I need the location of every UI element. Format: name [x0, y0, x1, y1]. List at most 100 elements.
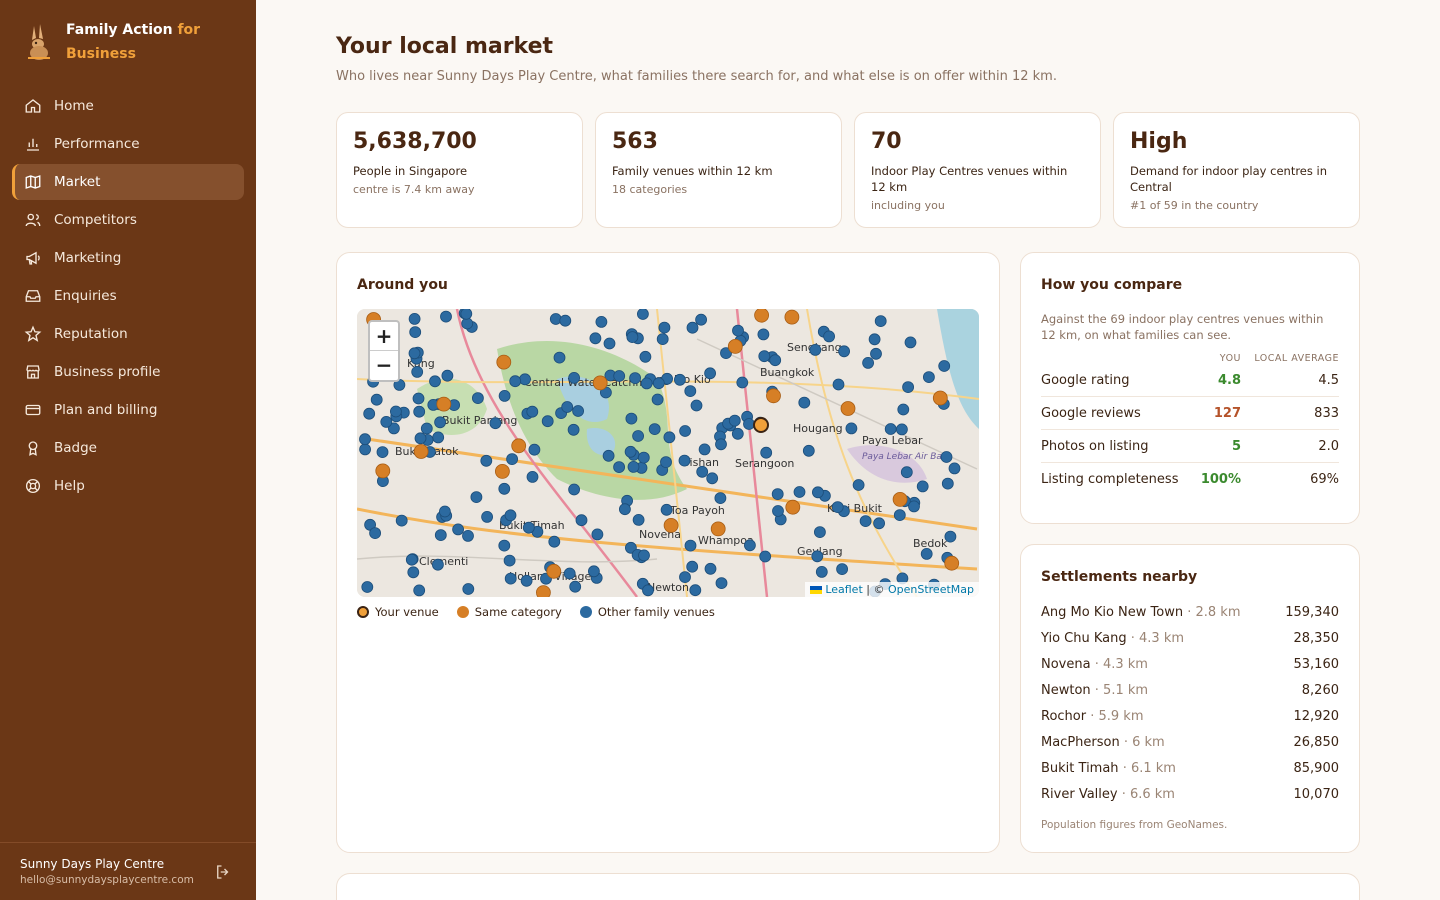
venue-map[interactable]: Central Water Catchment Ang Mo Kio Sengk…	[357, 309, 979, 597]
venue-marker[interactable]	[520, 574, 533, 587]
venue-marker[interactable]	[376, 446, 389, 459]
sidebar-item-business-profile[interactable]: Business profile	[12, 354, 244, 390]
venue-marker[interactable]	[561, 401, 574, 413]
same-category-marker[interactable]	[536, 585, 551, 597]
venue-marker[interactable]	[642, 584, 654, 597]
venue-marker[interactable]	[567, 423, 580, 436]
same-category-marker[interactable]	[944, 555, 960, 571]
same-category-marker[interactable]	[784, 309, 800, 325]
venue-marker[interactable]	[637, 309, 649, 320]
venue-marker[interactable]	[541, 415, 554, 428]
venue-marker[interactable]	[836, 563, 849, 576]
venue-marker[interactable]	[838, 345, 851, 358]
venue-marker[interactable]	[815, 565, 828, 578]
venue-marker[interactable]	[793, 486, 806, 498]
leaflet-link[interactable]: Leaflet	[825, 583, 862, 596]
venue-marker[interactable]	[632, 430, 645, 442]
venue-marker[interactable]	[715, 577, 728, 590]
venue-marker[interactable]	[361, 581, 374, 593]
venue-marker[interactable]	[439, 505, 451, 518]
venue-marker[interactable]	[595, 315, 608, 328]
venue-marker[interactable]	[684, 539, 697, 552]
venue-marker[interactable]	[395, 514, 408, 527]
venue-marker[interactable]	[613, 461, 626, 474]
venue-marker[interactable]	[823, 330, 836, 343]
venue-marker[interactable]	[811, 550, 824, 563]
venue-marker[interactable]	[731, 427, 744, 440]
same-category-marker[interactable]	[840, 401, 856, 416]
venue-marker[interactable]	[472, 392, 484, 404]
venue-marker[interactable]	[626, 331, 639, 344]
same-category-marker[interactable]	[785, 499, 801, 515]
venue-marker[interactable]	[900, 466, 913, 479]
same-category-marker[interactable]	[494, 463, 510, 479]
venue-marker[interactable]	[591, 528, 604, 541]
venue-marker[interactable]	[902, 381, 914, 393]
venue-marker[interactable]	[873, 517, 885, 530]
venue-marker[interactable]	[673, 373, 686, 386]
venue-marker[interactable]	[798, 396, 811, 409]
venue-marker[interactable]	[684, 385, 697, 397]
same-category-marker[interactable]	[413, 444, 429, 459]
venue-marker[interactable]	[498, 539, 511, 552]
venue-marker[interactable]	[408, 312, 421, 325]
venue-marker[interactable]	[470, 491, 483, 504]
venue-marker[interactable]	[884, 423, 897, 435]
venue-marker[interactable]	[904, 336, 917, 349]
venue-marker[interactable]	[696, 465, 709, 478]
venue-marker[interactable]	[638, 549, 650, 562]
venue-marker[interactable]	[941, 477, 954, 490]
venue-marker[interactable]	[802, 444, 815, 457]
venue-marker[interactable]	[369, 527, 382, 540]
same-category-marker[interactable]	[436, 396, 452, 412]
venue-marker[interactable]	[432, 431, 445, 444]
venue-marker[interactable]	[498, 390, 511, 402]
venue-marker[interactable]	[736, 376, 749, 389]
venue-marker[interactable]	[413, 405, 426, 418]
sidebar-item-help[interactable]: Help	[12, 468, 244, 504]
venue-marker[interactable]	[481, 510, 494, 523]
venue-marker[interactable]	[568, 372, 581, 384]
same-category-marker[interactable]	[710, 521, 726, 537]
venue-marker[interactable]	[462, 583, 475, 595]
venue-marker[interactable]	[640, 377, 653, 390]
venue-marker[interactable]	[938, 360, 951, 372]
venue-marker[interactable]	[859, 515, 872, 528]
venue-marker[interactable]	[648, 423, 661, 435]
venue-marker[interactable]	[743, 418, 755, 430]
same-category-marker[interactable]	[892, 491, 908, 507]
venue-marker[interactable]	[728, 414, 741, 427]
venue-marker[interactable]	[370, 393, 383, 406]
venue-marker[interactable]	[686, 560, 699, 573]
venue-marker[interactable]	[758, 350, 771, 363]
venue-marker[interactable]	[624, 445, 637, 458]
same-category-marker[interactable]	[546, 563, 562, 579]
venue-marker[interactable]	[460, 309, 473, 320]
sidebar-item-enquiries[interactable]: Enquiries	[12, 278, 244, 314]
venue-marker[interactable]	[602, 449, 615, 462]
venue-marker[interactable]	[405, 553, 418, 566]
venue-marker[interactable]	[870, 347, 882, 360]
venue-marker[interactable]	[874, 315, 887, 328]
venue-marker[interactable]	[862, 357, 875, 369]
venue-marker[interactable]	[809, 344, 822, 356]
venue-marker[interactable]	[651, 393, 664, 406]
venue-marker[interactable]	[743, 539, 756, 552]
venue-marker[interactable]	[509, 375, 522, 388]
venue-marker[interactable]	[627, 460, 640, 473]
venue-marker[interactable]	[359, 433, 371, 446]
venue-marker[interactable]	[559, 314, 572, 327]
venue-marker[interactable]	[503, 554, 516, 567]
same-category-marker[interactable]	[592, 375, 608, 391]
venue-marker[interactable]	[698, 443, 711, 456]
venue-marker[interactable]	[452, 523, 464, 536]
venue-marker[interactable]	[440, 310, 452, 323]
sidebar-item-competitors[interactable]: Competitors	[12, 202, 244, 238]
sidebar-item-market[interactable]: Market	[12, 164, 244, 200]
venue-marker[interactable]	[771, 488, 784, 501]
sidebar-item-home[interactable]: Home	[12, 88, 244, 124]
venue-marker[interactable]	[489, 417, 502, 430]
venue-marker[interactable]	[639, 350, 652, 363]
venue-marker[interactable]	[409, 326, 422, 339]
venue-marker[interactable]	[637, 451, 650, 464]
